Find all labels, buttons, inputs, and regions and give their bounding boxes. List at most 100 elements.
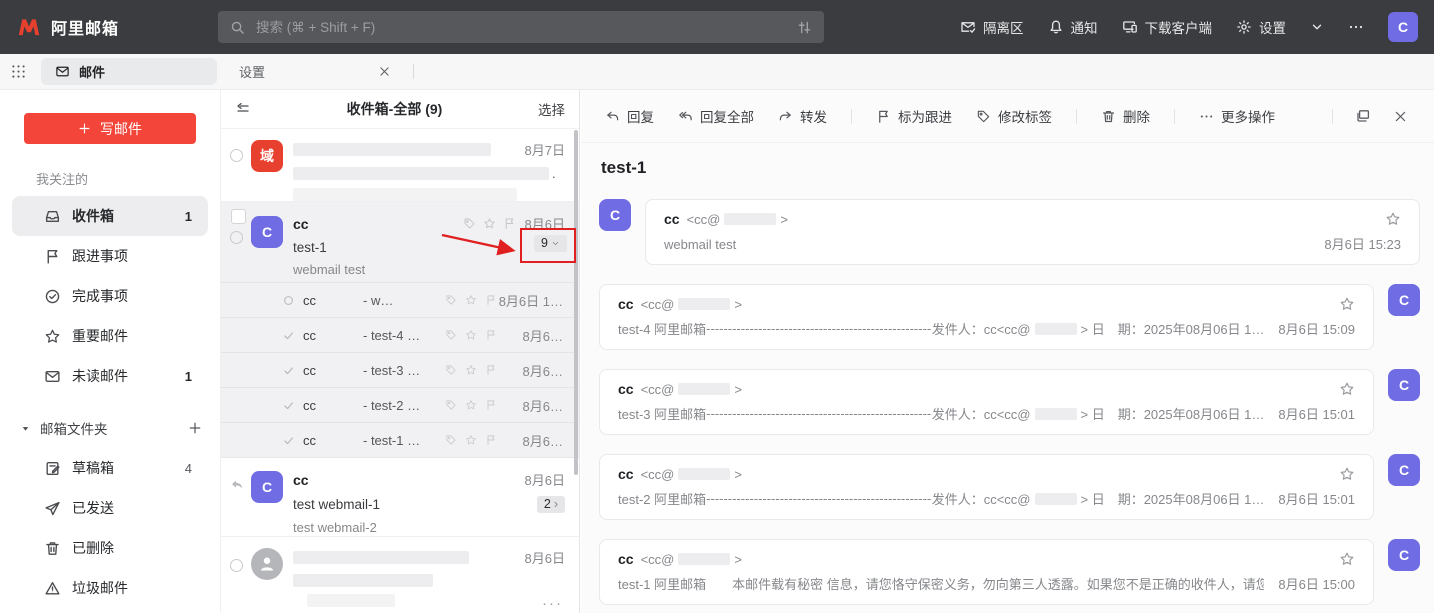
sidebar-item-inbox[interactable]: 收件箱 1 <box>12 196 208 236</box>
star-icon[interactable] <box>1339 381 1355 397</box>
brand-name: 阿里邮箱 <box>51 15 119 39</box>
unread-circle-icon[interactable] <box>281 294 296 307</box>
tag-icon[interactable] <box>445 329 457 341</box>
redacted-sender <box>293 143 491 156</box>
toolbar-divider <box>1174 109 1175 124</box>
tab-mail[interactable]: 邮件 <box>41 58 217 85</box>
sidebar-item-drafts[interactable]: 草稿箱 4 <box>12 448 208 488</box>
mail-check-icon <box>960 19 976 35</box>
mark-follow-button[interactable]: 标为跟进 <box>876 106 952 126</box>
open-new-window-icon[interactable] <box>1355 108 1371 124</box>
read-state-radio[interactable] <box>230 149 243 162</box>
download-client-button[interactable]: 下载客户端 <box>1122 17 1213 37</box>
sender-name: cc <box>293 216 309 232</box>
thread-count-badge[interactable]: 9 <box>534 235 567 252</box>
message-card[interactable]: cc <cc@ > test-3 阿里邮箱 ------------------… <box>599 369 1420 435</box>
thread-row[interactable]: cc - test-2 … 8月6… <box>221 387 579 422</box>
tab-close-icon[interactable] <box>378 65 391 78</box>
collapse-panel-icon[interactable] <box>235 101 251 117</box>
select-checkbox[interactable] <box>231 209 246 224</box>
flag-icon[interactable] <box>485 434 497 446</box>
star-icon[interactable] <box>465 399 477 411</box>
mail-list-item-3[interactable]: C cc 8月6日 test webmail-1 2 › test webmai… <box>221 458 579 537</box>
sender-name: cc <box>618 296 634 312</box>
star-icon[interactable] <box>1339 466 1355 482</box>
thread-row[interactable]: cc - test-1 … 8月6… <box>221 422 579 458</box>
close-reading-pane-icon[interactable] <box>1393 109 1408 124</box>
flag-icon[interactable] <box>503 217 516 230</box>
message-card[interactable]: cc <cc@ > test-1 阿里邮箱 本邮件载有秘密 信息，请您恪守保密义… <box>599 539 1420 605</box>
mail-list-item-1[interactable]: 域 8月7日 . <box>221 129 579 202</box>
brand: 阿里邮箱 <box>16 14 218 40</box>
star-icon[interactable] <box>1385 211 1401 227</box>
settings-button[interactable]: 设置 <box>1236 17 1286 37</box>
flag-icon[interactable] <box>485 294 497 306</box>
delete-button[interactable]: 删除 <box>1101 106 1150 126</box>
notifications-button[interactable]: 通知 <box>1048 17 1098 37</box>
flag-icon[interactable] <box>485 399 497 411</box>
compose-button[interactable]: 写邮件 <box>24 113 196 144</box>
thread-sender: cc <box>303 398 351 413</box>
sidebar-item-sent[interactable]: 已发送 <box>12 488 208 528</box>
person-icon <box>257 554 277 574</box>
app-grid-icon[interactable] <box>10 63 27 80</box>
read-state-radio[interactable] <box>230 559 243 572</box>
tag-icon[interactable] <box>463 217 476 230</box>
more-actions-button[interactable]: 更多操作 <box>1199 106 1275 126</box>
star-icon[interactable] <box>465 364 477 376</box>
thread-row[interactable]: cc - test-4 … 8月6… <box>221 317 579 352</box>
thread-date: 8月6… <box>523 361 563 380</box>
quarantine-button[interactable]: 隔离区 <box>960 17 1024 37</box>
sidebar-item-unread[interactable]: 未读邮件 1 <box>12 356 208 396</box>
message-card[interactable]: cc <cc@ > test-4 阿里邮箱 ------------------… <box>599 284 1420 350</box>
mail-list-item-2-selected[interactable]: C cc 8月6日 test-1 webmail test 9 <box>221 202 579 282</box>
tag-icon[interactable] <box>445 364 457 376</box>
forward-button[interactable]: 转发 <box>778 106 827 126</box>
thread-count-badge[interactable]: 2 › <box>537 496 565 513</box>
star-icon[interactable] <box>483 217 496 230</box>
message-card[interactable]: C cc <cc@ > webmail test 8月6日 15:23 <box>599 199 1420 265</box>
edit-label-button[interactable]: 修改标签 <box>976 106 1052 126</box>
sidebar-item-done[interactable]: 完成事项 <box>12 276 208 316</box>
sidebar-item-follow[interactable]: 跟进事项 <box>12 236 208 276</box>
add-folder-icon[interactable] <box>188 421 202 435</box>
tag-icon[interactable] <box>445 434 457 446</box>
list-scrollbar[interactable] <box>574 130 578 475</box>
search-input[interactable] <box>254 19 788 36</box>
user-avatar[interactable]: C <box>1388 12 1418 42</box>
reply-button[interactable]: 回复 <box>605 106 654 126</box>
star-icon[interactable] <box>465 294 477 306</box>
chevron-down-icon[interactable] <box>1310 20 1324 34</box>
search-box[interactable] <box>218 11 824 43</box>
message-card[interactable]: cc <cc@ > test-2 阿里邮箱 ------------------… <box>599 454 1420 520</box>
read-state-radio[interactable] <box>230 231 243 244</box>
tag-icon[interactable] <box>445 294 457 306</box>
reply-all-button[interactable]: 回复全部 <box>678 106 754 126</box>
sidebar-item-deleted[interactable]: 已删除 <box>12 528 208 568</box>
sidebar-item-starred[interactable]: 重要邮件 <box>12 316 208 356</box>
mail-list-item-4[interactable]: 8月6日 ··· <box>221 537 579 613</box>
thread-row[interactable]: cc - test-3 … 8月6… <box>221 352 579 387</box>
flag-icon[interactable] <box>485 364 497 376</box>
delete-label: 删除 <box>1123 106 1150 126</box>
flag-icon[interactable] <box>485 329 497 341</box>
thread-date: 8月6日 1… <box>499 291 563 310</box>
tag-icon[interactable] <box>445 399 457 411</box>
plus-icon <box>78 122 91 135</box>
tab-settings[interactable]: 设置 <box>231 62 399 81</box>
mark-follow-label: 标为跟进 <box>898 106 952 126</box>
item-more-actions[interactable]: ··· <box>542 595 563 612</box>
star-icon[interactable] <box>465 434 477 446</box>
thread-row[interactable]: cc - w… 8月6日 1… <box>221 282 579 317</box>
subject: test webmail-1 <box>293 497 380 512</box>
select-button[interactable]: 选择 <box>538 99 565 119</box>
search-filter-icon[interactable] <box>797 20 812 35</box>
star-icon[interactable] <box>465 329 477 341</box>
more-options-icon[interactable] <box>1348 19 1364 35</box>
star-icon[interactable] <box>1339 296 1355 312</box>
chevron-down-icon <box>551 239 560 248</box>
sidebar-item-spam[interactable]: 垃圾邮件 <box>12 568 208 608</box>
reply-icon <box>605 109 620 124</box>
folders-section-header[interactable]: 邮箱文件夹 <box>20 408 202 448</box>
star-icon[interactable] <box>1339 551 1355 567</box>
